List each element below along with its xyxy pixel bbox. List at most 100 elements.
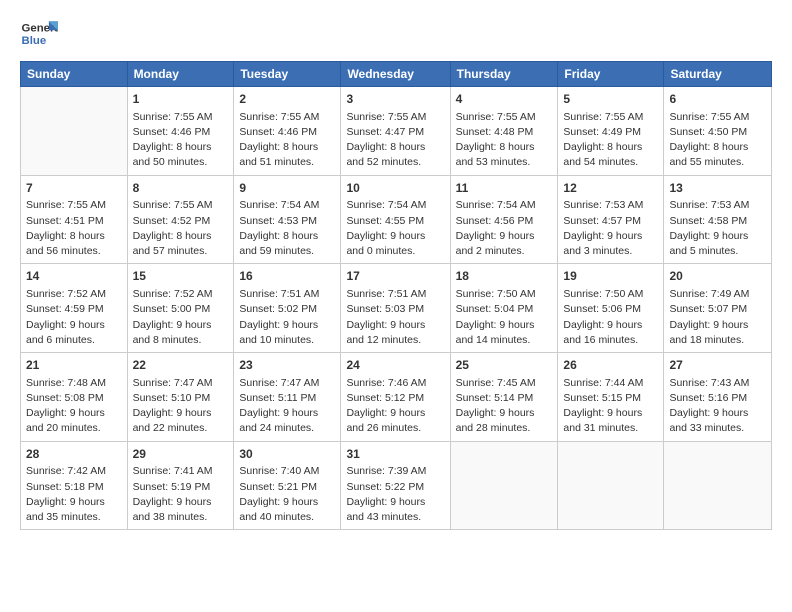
day-info: Sunrise: 7:42 AMSunset: 5:18 PMDaylight:…	[26, 464, 122, 525]
day-number: 26	[563, 357, 658, 374]
day-number: 21	[26, 357, 122, 374]
day-info: Sunrise: 7:54 AMSunset: 4:56 PMDaylight:…	[456, 198, 553, 259]
calendar-page: General Blue SundayMondayTuesdayWednesda…	[0, 0, 792, 612]
day-number: 1	[133, 91, 229, 108]
calendar-cell: 22 Sunrise: 7:47 AMSunset: 5:10 PMDayligh…	[127, 353, 234, 442]
day-info: Sunrise: 7:49 AMSunset: 5:07 PMDaylight:…	[669, 287, 766, 348]
day-info: Sunrise: 7:55 AMSunset: 4:47 PMDaylight:…	[346, 110, 444, 171]
day-number: 18	[456, 268, 553, 285]
header-saturday: Saturday	[664, 62, 772, 87]
calendar-cell: 6Sunrise: 7:55 AMSunset: 4:50 PMDaylight…	[664, 87, 772, 176]
calendar-cell: 28Sunrise: 7:42 AMSunset: 5:18 PMDayligh…	[21, 441, 128, 530]
day-number: 30	[239, 446, 335, 463]
calendar-cell: 19 Sunrise: 7:50 AMSunset: 5:06 PMDayligh…	[558, 264, 664, 353]
day-number: 16	[239, 268, 335, 285]
calendar-cell: 18 Sunrise: 7:50 AMSunset: 5:04 PMDayligh…	[450, 264, 558, 353]
day-number: 14	[26, 268, 122, 285]
calendar-cell	[664, 441, 772, 530]
header-sunday: Sunday	[21, 62, 128, 87]
day-info: Sunrise: 7:48 AMSunset: 5:08 PMDaylight:…	[26, 376, 122, 437]
day-number: 15	[133, 268, 229, 285]
day-info: Sunrise: 7:39 AMSunset: 5:22 PMDaylight:…	[346, 464, 444, 525]
calendar-cell	[21, 87, 128, 176]
calendar-cell: 23 Sunrise: 7:47 AMSunset: 5:11 PMDayligh…	[234, 353, 341, 442]
day-number: 5	[563, 91, 658, 108]
day-info: Sunrise: 7:43 AMSunset: 5:16 PMDaylight:…	[669, 376, 766, 437]
day-number: 4	[456, 91, 553, 108]
calendar-cell: 20 Sunrise: 7:49 AMSunset: 5:07 PMDayligh…	[664, 264, 772, 353]
day-number: 7	[26, 180, 122, 197]
day-info: Sunrise: 7:54 AMSunset: 4:53 PMDaylight:…	[239, 198, 335, 259]
day-number: 2	[239, 91, 335, 108]
header-thursday: Thursday	[450, 62, 558, 87]
day-info: Sunrise: 7:54 AMSunset: 4:55 PMDaylight:…	[346, 198, 444, 259]
calendar-cell: 26 Sunrise: 7:44 AMSunset: 5:15 PMDayligh…	[558, 353, 664, 442]
day-info: Sunrise: 7:50 AMSunset: 5:06 PMDaylight:…	[563, 287, 658, 348]
calendar-cell	[450, 441, 558, 530]
day-number: 8	[133, 180, 229, 197]
calendar-cell: 11Sunrise: 7:54 AMSunset: 4:56 PMDayligh…	[450, 175, 558, 264]
day-info: Sunrise: 7:47 AMSunset: 5:10 PMDaylight:…	[133, 376, 229, 437]
day-info: Sunrise: 7:45 AMSunset: 5:14 PMDaylight:…	[456, 376, 553, 437]
day-number: 28	[26, 446, 122, 463]
day-number: 22	[133, 357, 229, 374]
calendar-cell: 10Sunrise: 7:54 AMSunset: 4:55 PMDayligh…	[341, 175, 450, 264]
day-number: 10	[346, 180, 444, 197]
svg-text:Blue: Blue	[22, 35, 47, 47]
header-friday: Friday	[558, 62, 664, 87]
day-info: Sunrise: 7:52 AMSunset: 5:00 PMDaylight:…	[133, 287, 229, 348]
calendar-cell: 31Sunrise: 7:39 AMSunset: 5:22 PMDayligh…	[341, 441, 450, 530]
calendar-cell: 17 Sunrise: 7:51 AMSunset: 5:03 PMDayligh…	[341, 264, 450, 353]
day-info: Sunrise: 7:44 AMSunset: 5:15 PMDaylight:…	[563, 376, 658, 437]
day-number: 17	[346, 268, 444, 285]
calendar-cell: 2 Sunrise: 7:55 AMSunset: 4:46 PMDaylight…	[234, 87, 341, 176]
calendar-cell: 16Sunrise: 7:51 AMSunset: 5:02 PMDayligh…	[234, 264, 341, 353]
header-tuesday: Tuesday	[234, 62, 341, 87]
calendar-cell: 27 Sunrise: 7:43 AMSunset: 5:16 PMDayligh…	[664, 353, 772, 442]
day-info: Sunrise: 7:46 AMSunset: 5:12 PMDaylight:…	[346, 376, 444, 437]
calendar-cell: 15 Sunrise: 7:52 AMSunset: 5:00 PMDayligh…	[127, 264, 234, 353]
calendar-cell	[558, 441, 664, 530]
week-row-5: 28Sunrise: 7:42 AMSunset: 5:18 PMDayligh…	[21, 441, 772, 530]
day-number: 9	[239, 180, 335, 197]
calendar-cell: 24Sunrise: 7:46 AMSunset: 5:12 PMDayligh…	[341, 353, 450, 442]
calendar-cell: 25 Sunrise: 7:45 AMSunset: 5:14 PMDayligh…	[450, 353, 558, 442]
calendar-cell: 14Sunrise: 7:52 AMSunset: 4:59 PMDayligh…	[21, 264, 128, 353]
week-row-1: 1 Sunrise: 7:55 AMSunset: 4:46 PMDaylight…	[21, 87, 772, 176]
day-info: Sunrise: 7:55 AMSunset: 4:48 PMDaylight:…	[456, 110, 553, 171]
header-wednesday: Wednesday	[341, 62, 450, 87]
calendar-cell: 30Sunrise: 7:40 AMSunset: 5:21 PMDayligh…	[234, 441, 341, 530]
calendar-cell: 3 Sunrise: 7:55 AMSunset: 4:47 PMDaylight…	[341, 87, 450, 176]
day-info: Sunrise: 7:50 AMSunset: 5:04 PMDaylight:…	[456, 287, 553, 348]
calendar-table: SundayMondayTuesdayWednesdayThursdayFrid…	[20, 61, 772, 530]
logo: General Blue	[20, 15, 58, 53]
day-number: 25	[456, 357, 553, 374]
day-number: 3	[346, 91, 444, 108]
day-info: Sunrise: 7:55 AMSunset: 4:46 PMDaylight:…	[133, 110, 229, 171]
calendar-cell: 9Sunrise: 7:54 AMSunset: 4:53 PMDaylight…	[234, 175, 341, 264]
calendar-cell: 4 Sunrise: 7:55 AMSunset: 4:48 PMDaylight…	[450, 87, 558, 176]
day-info: Sunrise: 7:41 AMSunset: 5:19 PMDaylight:…	[133, 464, 229, 525]
day-number: 29	[133, 446, 229, 463]
day-number: 13	[669, 180, 766, 197]
week-row-4: 21 Sunrise: 7:48 AMSunset: 5:08 PMDayligh…	[21, 353, 772, 442]
day-number: 12	[563, 180, 658, 197]
calendar-cell: 5 Sunrise: 7:55 AMSunset: 4:49 PMDaylight…	[558, 87, 664, 176]
day-number: 11	[456, 180, 553, 197]
day-info: Sunrise: 7:51 AMSunset: 5:03 PMDaylight:…	[346, 287, 444, 348]
calendar-cell: 29Sunrise: 7:41 AMSunset: 5:19 PMDayligh…	[127, 441, 234, 530]
day-info: Sunrise: 7:47 AMSunset: 5:11 PMDaylight:…	[239, 376, 335, 437]
calendar-cell: 12Sunrise: 7:53 AMSunset: 4:57 PMDayligh…	[558, 175, 664, 264]
day-number: 23	[239, 357, 335, 374]
day-number: 27	[669, 357, 766, 374]
day-number: 31	[346, 446, 444, 463]
header-row: SundayMondayTuesdayWednesdayThursdayFrid…	[21, 62, 772, 87]
day-number: 19	[563, 268, 658, 285]
day-info: Sunrise: 7:53 AMSunset: 4:58 PMDaylight:…	[669, 198, 766, 259]
day-info: Sunrise: 7:55 AMSunset: 4:49 PMDaylight:…	[563, 110, 658, 171]
day-info: Sunrise: 7:40 AMSunset: 5:21 PMDaylight:…	[239, 464, 335, 525]
day-number: 20	[669, 268, 766, 285]
header: General Blue	[20, 15, 772, 53]
logo-icon: General Blue	[20, 15, 58, 53]
day-info: Sunrise: 7:55 AMSunset: 4:46 PMDaylight:…	[239, 110, 335, 171]
